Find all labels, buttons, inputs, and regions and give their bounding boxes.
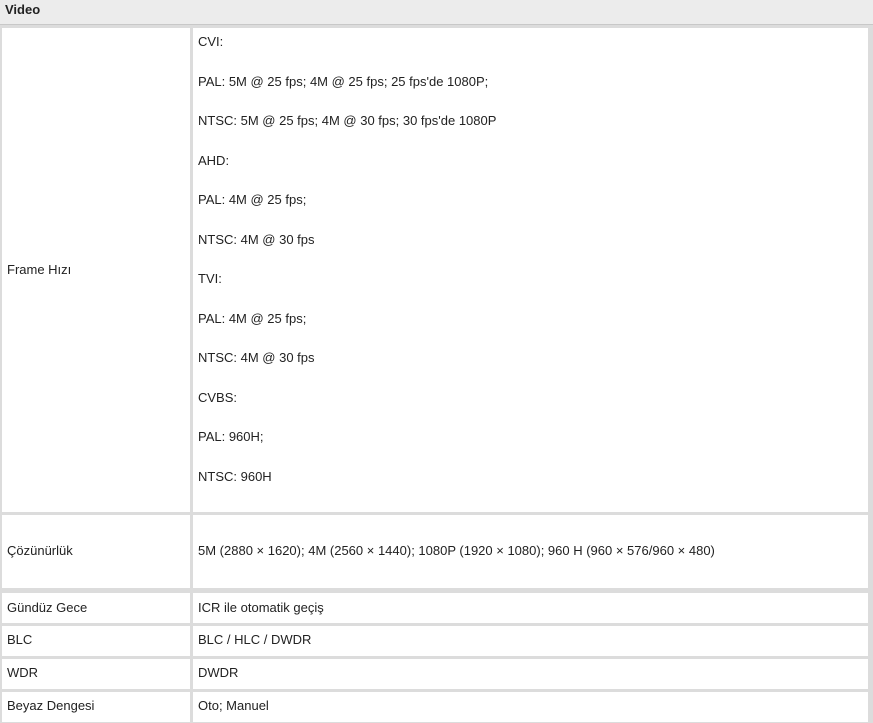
row-value-cell: BLC / HLC / DWDR	[193, 626, 868, 656]
row-value: DWDR	[198, 665, 239, 680]
frame-rate-line: PAL: 4M @ 25 fps;	[198, 192, 307, 207]
row-value-cell: ICR ile otomatik geçiş	[193, 593, 868, 623]
frame-rate-list: CVI: PAL: 5M @ 25 fps; 4M @ 25 fps; 25 f…	[198, 34, 496, 508]
row-label: WDR	[7, 665, 39, 680]
frame-rate-line: NTSC: 960H	[198, 468, 272, 484]
frame-rate-line: PAL: 5M @ 25 fps; 4M @ 25 fps; 25 fps'de…	[198, 73, 489, 89]
frame-rate-line: TVI:	[198, 271, 222, 286]
row-label: Beyaz Dengesi	[7, 698, 95, 713]
row-value-cell: 5M (2880 × 1620); 4M (2560 × 1440); 1080…	[193, 515, 868, 588]
frame-rate-line: CVBS:	[198, 389, 238, 405]
row-value-cell: CVI: PAL: 5M @ 25 fps; 4M @ 25 fps; 25 f…	[193, 28, 868, 512]
row-value-cell: Oto; Manuel	[193, 692, 868, 722]
row-label-cell: Çözünürlük	[2, 515, 190, 588]
row-label: Gündüz Gece	[7, 600, 88, 615]
row-label-cell: WDR	[2, 659, 190, 689]
row-label: BLC	[7, 632, 33, 647]
row-label-cell: BLC	[2, 626, 190, 656]
row-value: 5M (2880 × 1620); 4M (2560 × 1440); 1080…	[198, 543, 715, 558]
row-value-cell: DWDR	[193, 659, 868, 689]
row-value: Oto; Manuel	[198, 698, 269, 713]
video-spec-table: Video Frame Hızı CVI: PAL: 5M @ 25 fps; …	[0, 0, 873, 723]
section-header: Video	[0, 0, 873, 25]
frame-rate-line: NTSC: 5M @ 25 fps; 4M @ 30 fps; 30 fps'd…	[198, 113, 497, 128]
frame-rate-line: NTSC: 4M @ 30 fps	[198, 350, 315, 365]
row-label: Frame Hızı	[7, 262, 72, 277]
frame-rate-line: CVI:	[198, 34, 224, 49]
row-label-cell: Frame Hızı	[2, 28, 190, 512]
frame-rate-line: PAL: 960H;	[198, 429, 264, 444]
frame-rate-line: PAL: 4M @ 25 fps;	[198, 310, 307, 326]
row-label-cell: Beyaz Dengesi	[2, 692, 190, 722]
frame-rate-line: NTSC: 4M @ 30 fps	[198, 231, 315, 247]
frame-rate-line: AHD:	[198, 152, 230, 168]
row-label: Çözünürlük	[7, 543, 73, 558]
row-value: ICR ile otomatik geçiş	[198, 600, 324, 615]
row-value: BLC / HLC / DWDR	[198, 632, 312, 647]
row-label-cell: Gündüz Gece	[2, 593, 190, 623]
section-title: Video	[5, 2, 41, 17]
